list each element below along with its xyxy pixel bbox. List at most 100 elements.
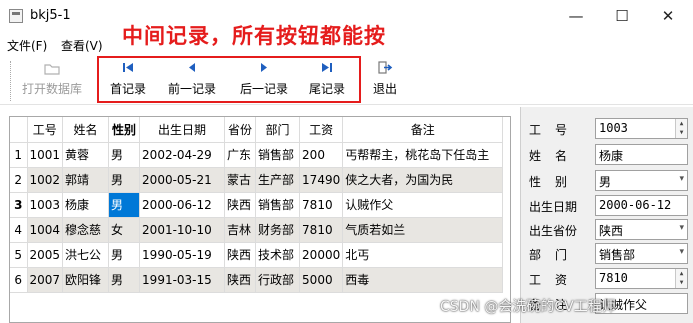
- name-field[interactable]: 杨康: [595, 144, 688, 165]
- cell-note[interactable]: 西毒: [342, 267, 504, 293]
- salary-spinbox[interactable]: 7810 ▲ ▼: [595, 268, 688, 289]
- cell-birth[interactable]: 1991-03-15: [139, 267, 226, 293]
- province-combobox[interactable]: 陕西 ▾: [595, 219, 688, 240]
- province-value: 陕西: [599, 224, 624, 238]
- cell-gender[interactable]: 男: [108, 242, 141, 268]
- cell-id[interactable]: 2007: [27, 267, 64, 293]
- table-row[interactable]: 2 1002 郭靖 男 2000-05-21 蒙古 生产部 17490 侠之大者…: [10, 167, 504, 193]
- gender-combobox[interactable]: 男 ▾: [595, 170, 688, 191]
- annotation-text: 中间记录，所有按钮都能按: [122, 24, 386, 48]
- label-id: 工号: [529, 123, 582, 137]
- exit-label: 退出: [372, 82, 397, 96]
- cell-id[interactable]: 1003: [27, 192, 64, 218]
- menu-view[interactable]: 查看(V): [61, 37, 103, 54]
- col-header-note[interactable]: 备注: [342, 117, 504, 143]
- cell-name[interactable]: 黄蓉: [62, 142, 110, 168]
- cell-name[interactable]: 洪七公: [62, 242, 110, 268]
- cell-birth[interactable]: 1990-05-19: [139, 242, 226, 268]
- cell-province[interactable]: 吉林: [224, 217, 257, 243]
- cell-note[interactable]: 气质若如兰: [342, 217, 504, 243]
- cell-note[interactable]: 北丐: [342, 242, 504, 268]
- cell-birth[interactable]: 2000-06-12: [139, 192, 226, 218]
- birth-date-field[interactable]: 2000-06-12: [595, 195, 688, 216]
- cell-note[interactable]: 侠之大者，为国为民: [342, 167, 504, 193]
- cell-salary[interactable]: 20000: [299, 242, 344, 268]
- row-header[interactable]: 2: [10, 167, 28, 193]
- cell-birth[interactable]: 2000-05-21: [139, 167, 226, 193]
- cell-name[interactable]: 杨康: [62, 192, 110, 218]
- cell-dept[interactable]: 财务部: [255, 217, 301, 243]
- cell-province[interactable]: 陕西: [224, 267, 257, 293]
- cell-gender[interactable]: 男: [108, 267, 141, 293]
- table-row[interactable]: 4 1004 穆念慈 女 2001-10-10 吉林 财务部 7810 气质若如…: [10, 217, 504, 243]
- cell-salary[interactable]: 7810: [299, 192, 344, 218]
- menu-file[interactable]: 文件(F): [7, 37, 47, 54]
- row-header[interactable]: 4: [10, 217, 28, 243]
- id-spinbox[interactable]: 1003 ▲ ▼: [595, 118, 688, 139]
- data-grid[interactable]: 工号 姓名 性别 出生日期 省份 部门 工资 备注 1 1001 黄蓉 男 20…: [9, 116, 511, 323]
- cell-id[interactable]: 1002: [27, 167, 64, 193]
- cell-gender[interactable]: 男: [108, 167, 141, 193]
- cell-dept[interactable]: 行政部: [255, 267, 301, 293]
- col-header-birth[interactable]: 出生日期: [139, 117, 226, 143]
- col-header-dept[interactable]: 部门: [255, 117, 301, 143]
- row-header[interactable]: 6: [10, 267, 28, 293]
- spin-arrows-icon[interactable]: ▲ ▼: [675, 269, 687, 288]
- cell-name[interactable]: 郭靖: [62, 167, 110, 193]
- cell-dept[interactable]: 技术部: [255, 242, 301, 268]
- cell-id[interactable]: 1001: [27, 142, 64, 168]
- table-row[interactable]: 6 2007 欧阳锋 男 1991-03-15 陕西 行政部 5000 西毒: [10, 267, 504, 293]
- open-database-button[interactable]: 打开数据库: [18, 58, 86, 100]
- chevron-down-icon: ▾: [679, 247, 684, 257]
- col-header-gender[interactable]: 性别: [108, 117, 141, 143]
- row-header-current[interactable]: 3: [10, 192, 28, 218]
- minimize-button[interactable]: —: [553, 0, 599, 33]
- maximize-button[interactable]: ☐: [599, 0, 645, 33]
- name-value: 杨康: [599, 149, 624, 163]
- exit-icon: [378, 61, 393, 74]
- cell-dept[interactable]: 生产部: [255, 167, 301, 193]
- row-header[interactable]: 5: [10, 242, 28, 268]
- cell-note[interactable]: 认贼作父: [342, 192, 504, 218]
- corner-cell[interactable]: [10, 117, 28, 143]
- cell-salary[interactable]: 5000: [299, 267, 344, 293]
- cell-province[interactable]: 陕西: [224, 192, 257, 218]
- dept-value: 销售部: [599, 248, 636, 262]
- cell-dept[interactable]: 销售部: [255, 192, 301, 218]
- cell-gender-selected[interactable]: 男: [108, 192, 141, 218]
- exit-button[interactable]: 退出: [369, 58, 401, 100]
- cell-salary[interactable]: 200: [299, 142, 344, 168]
- cell-province[interactable]: 广东: [224, 142, 257, 168]
- cell-id[interactable]: 2005: [27, 242, 64, 268]
- col-header-salary[interactable]: 工资: [299, 117, 344, 143]
- cell-birth[interactable]: 2002-04-29: [139, 142, 226, 168]
- label-dept: 部门: [529, 248, 582, 262]
- col-header-id[interactable]: 工号: [27, 117, 64, 143]
- cell-gender[interactable]: 男: [108, 142, 141, 168]
- birth-value: 2000-06-12: [599, 198, 672, 212]
- cell-gender[interactable]: 女: [108, 217, 141, 243]
- cell-note[interactable]: 丐帮帮主，桃花岛下任岛主: [342, 142, 504, 168]
- cell-name[interactable]: 欧阳锋: [62, 267, 110, 293]
- record-form: 工号 1003 ▲ ▼ 姓名 杨康 性别 男 ▾ 出生日期 2000-06-12 …: [520, 107, 693, 323]
- col-header-province[interactable]: 省份: [224, 117, 257, 143]
- col-header-name[interactable]: 姓名: [62, 117, 110, 143]
- cell-province[interactable]: 蒙古: [224, 167, 257, 193]
- label-province: 出生省份: [529, 224, 578, 238]
- app-icon: [9, 9, 23, 23]
- cell-salary[interactable]: 7810: [299, 217, 344, 243]
- table-row[interactable]: 3 1003 杨康 男 2000-06-12 陕西 销售部 7810 认贼作父: [10, 192, 504, 218]
- cell-province[interactable]: 陕西: [224, 242, 257, 268]
- cell-name[interactable]: 穆念慈: [62, 217, 110, 243]
- table-row[interactable]: 5 2005 洪七公 男 1990-05-19 陕西 技术部 20000 北丐: [10, 242, 504, 268]
- cell-salary[interactable]: 17490: [299, 167, 344, 193]
- table-row[interactable]: 1 1001 黄蓉 男 2002-04-29 广东 销售部 200 丐帮帮主，桃…: [10, 142, 504, 168]
- cell-birth[interactable]: 2001-10-10: [139, 217, 226, 243]
- spin-arrows-icon[interactable]: ▲ ▼: [675, 119, 687, 138]
- close-button[interactable]: ✕: [645, 0, 691, 33]
- cell-dept[interactable]: 销售部: [255, 142, 301, 168]
- cell-id[interactable]: 1004: [27, 217, 64, 243]
- watermark: CSDN @会洗碗的CV工程师: [440, 299, 616, 315]
- dept-combobox[interactable]: 销售部 ▾: [595, 243, 688, 264]
- row-header[interactable]: 1: [10, 142, 28, 168]
